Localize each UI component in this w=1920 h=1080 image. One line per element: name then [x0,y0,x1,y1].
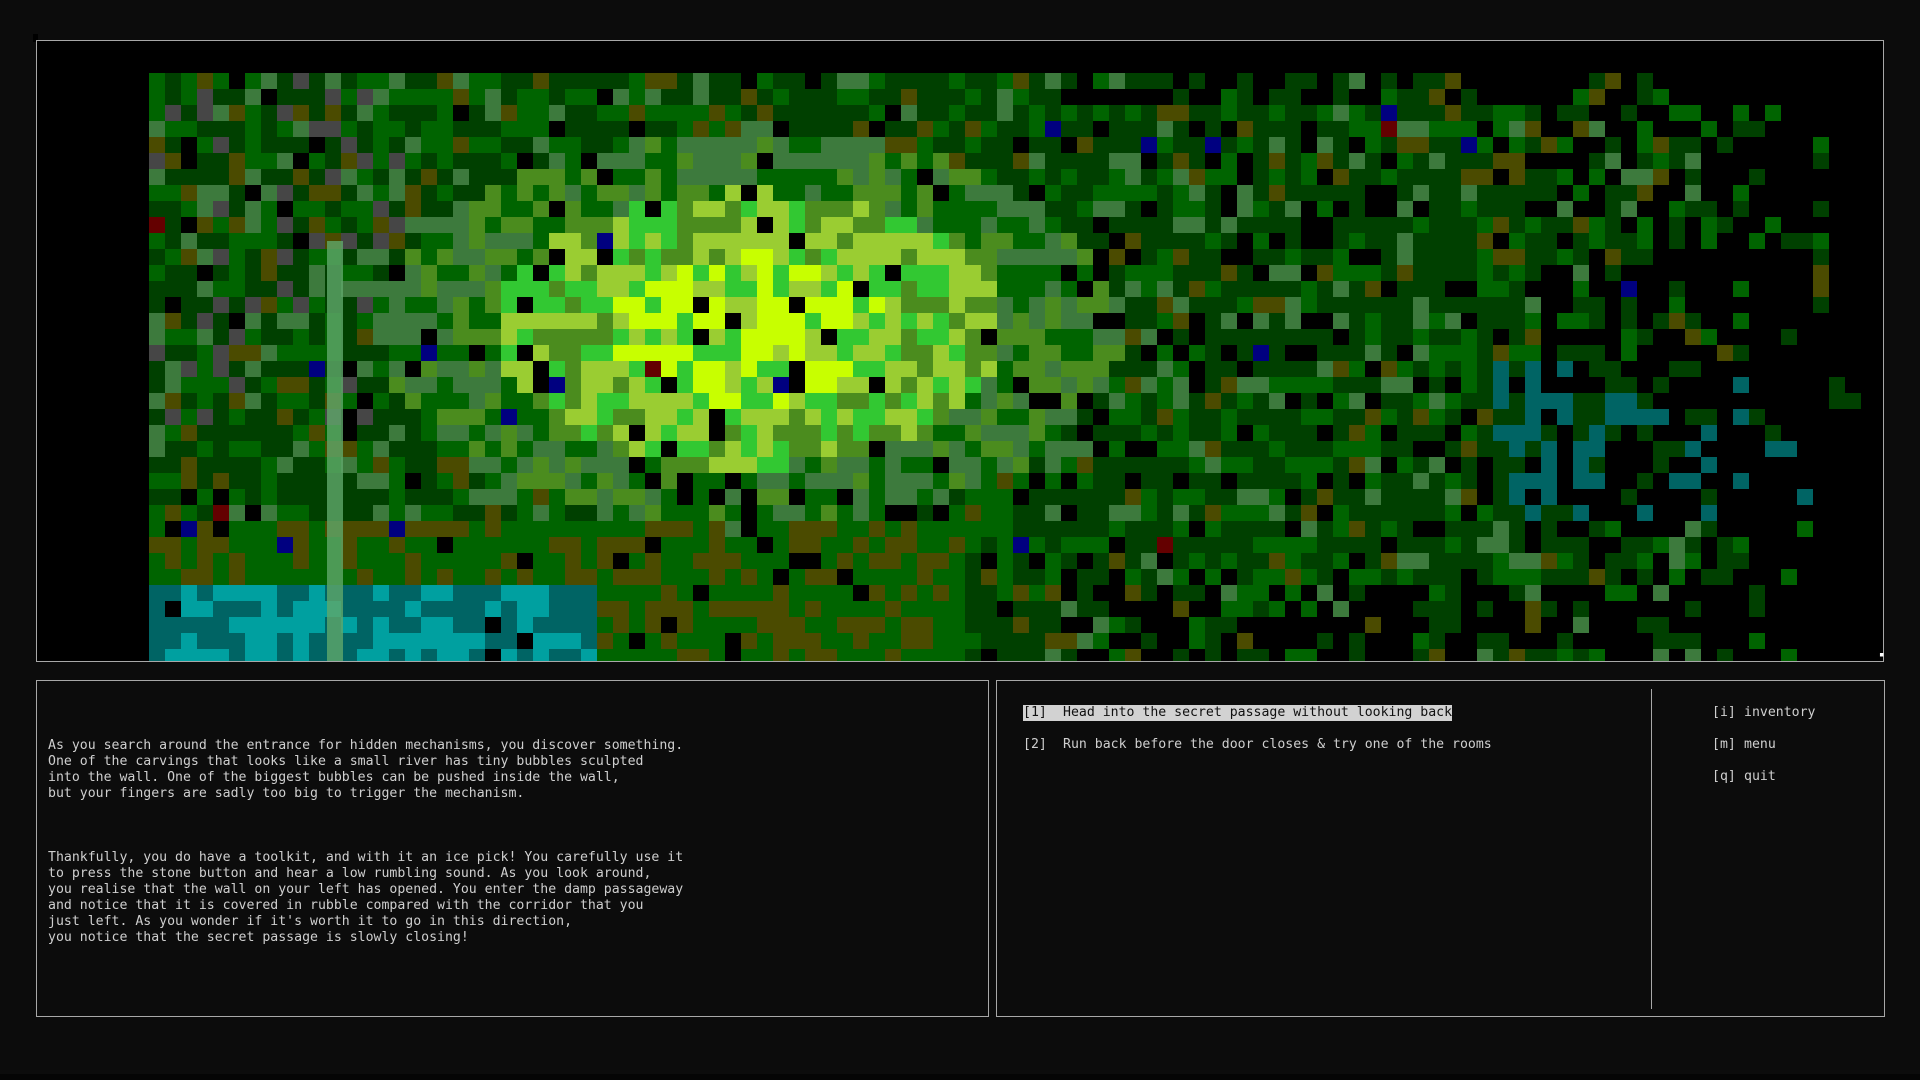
scene-pixel-art [37,41,1883,661]
scene-light-stripe [327,241,343,661]
choice-1-label: Head into the secret passage without loo… [1063,705,1453,720]
command-quit-key: [q] [1712,769,1736,784]
choice-2[interactable]: [2] Run back before the door closes & try… [1023,737,1492,753]
resize-cursor-icon: ▪ [1879,650,1885,660]
bottom-strip [0,1074,1920,1080]
choices-panel: [1] Head into the secret passage without … [996,680,1885,1017]
command-menu-label: menu [1744,737,1776,752]
command-menu[interactable]: [m] menu [1712,737,1776,753]
choice-1-key: [1] [1023,705,1047,720]
choice-1[interactable]: [1] Head into the secret passage without … [1023,705,1453,721]
story-panel: As you search around the entrance for hi… [36,680,989,1017]
command-quit-label: quit [1744,769,1776,784]
story-paragraph-2: Thankfully, you do have a toolkit, and w… [48,850,684,945]
command-quit[interactable]: [q] quit [1712,769,1776,785]
game-screen: ▪ As you search around the entrance for … [0,0,1920,1080]
command-inventory[interactable]: [i] inventory [1712,705,1815,721]
panel-divider [1651,689,1652,1009]
command-inventory-label: inventory [1744,705,1816,720]
choice-2-label: Run back before the door closes & try on… [1063,737,1492,752]
story-text: As you search around the entrance for hi… [48,706,968,994]
command-menu-key: [m] [1712,737,1736,752]
story-paragraph-1: As you search around the entrance for hi… [48,738,684,801]
scene-art-frame [36,40,1884,662]
choice-2-key: [2] [1023,737,1047,752]
command-inventory-key: [i] [1712,705,1736,720]
